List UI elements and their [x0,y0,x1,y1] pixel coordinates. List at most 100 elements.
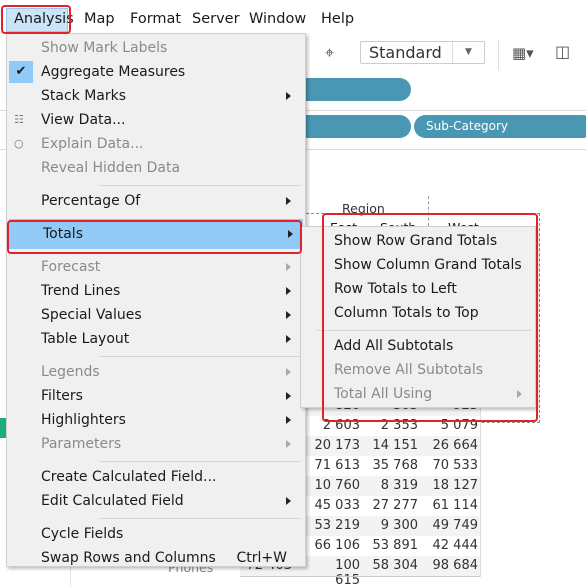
menu-separator [99,355,301,357]
menu-item-label: Add All Subtotals [334,338,454,354]
menu-separator [99,184,301,186]
menu-item-reveal-hidden-data: Reveal Hidden Data [7,156,305,180]
menu-item-cycle-fields[interactable]: Cycle Fields [7,522,305,546]
table-cell: 9 300 [380,518,418,533]
chevron-right-icon [286,392,291,400]
analysis-menu: Show Mark Labels Aggregate Measures ✔ Stack… [6,33,306,567]
chevron-right-icon [286,92,291,100]
table-cell: 18 127 [432,478,479,493]
menu-item-label: Show Row Grand Totals [334,233,498,249]
menu-item-table-layout[interactable]: Table Layout [7,327,305,351]
menu-item-label: Remove All Subtotals [334,362,484,378]
table-cell: 71 613 [314,458,361,473]
menu-item-label: Filters [41,388,83,404]
menu-item-label: Special Values [41,307,142,323]
table-cell: 49 749 [432,518,479,533]
table-cell: 35 768 [372,458,419,473]
sub-category-pill[interactable]: Sub-Category [414,115,586,138]
menu-item-label: Parameters [41,436,122,452]
columns-pill[interactable] [290,78,411,101]
menu-format[interactable]: Format [130,11,181,27]
menu-item-show-mark-labels: Show Mark Labels [7,36,305,60]
menu-separator [317,329,531,331]
chevron-down-icon: ▼ [452,42,484,63]
lightbulb-icon: ○ [14,137,24,150]
menu-item-label: Totals [43,226,83,242]
menu-item-label: Total All Using [334,386,433,402]
menu-item-add-all-subtotals[interactable]: Add All Subtotals [301,334,535,358]
chevron-right-icon [517,390,522,398]
menu-separator [99,517,301,519]
menu-item-label: Reveal Hidden Data [41,160,181,176]
table-cell: 5 079 [440,418,478,433]
chevron-right-icon [286,497,291,505]
menu-item-show-row-grand-totals[interactable]: Show Row Grand Totals [301,229,535,253]
table-cell: 61 114 [432,498,479,513]
menu-item-create-calculated-field[interactable]: Create Calculated Field... [7,465,305,489]
menu-map[interactable]: Map [84,11,115,27]
menu-item-label: Forecast [41,259,101,275]
chevron-right-icon [286,197,291,205]
chevron-right-icon [286,368,291,376]
menu-item-show-column-grand-totals[interactable]: Show Column Grand Totals [301,253,535,277]
menu-item-label: Table Layout [41,331,130,347]
shortcut: Ctrl+W [236,550,287,566]
menu-item-swap-rows-and-columns[interactable]: Swap Rows and Columns Ctrl+W [7,546,305,570]
menu-item-label: Aggregate Measures [41,64,186,80]
totals-submenu: Show Row Grand Totals Show Column Grand T… [300,226,536,408]
menu-item-label: Row Totals to Left [334,281,457,297]
fit-select-value: Standard [369,43,442,62]
menu-item-percentage-of[interactable]: Percentage Of [7,189,305,213]
menu-analysis[interactable]: Analysis [6,8,74,32]
chevron-right-icon [288,230,293,238]
table-cell: 45 033 [314,498,361,513]
menu-item-explain-data: Explain Data... ○ [7,132,305,156]
table-cell: 70 533 [432,458,479,473]
menu-item-row-totals-to-left[interactable]: Row Totals to Left [301,277,535,301]
menu-item-view-data[interactable]: View Data... ☷ [7,108,305,132]
menu-item-edit-calculated-field[interactable]: Edit Calculated Field [7,489,305,513]
menu-item-legends: Legends [7,360,305,384]
table-cell: 42 444 [432,538,479,553]
chevron-right-icon [286,263,291,271]
menu-item-column-totals-to-top[interactable]: Column Totals to Top [301,301,535,325]
menu-item-label: Edit Calculated Field [41,493,184,509]
chevron-right-icon [286,440,291,448]
menu-item-label: Trend Lines [41,283,121,299]
menu-item-stack-marks[interactable]: Stack Marks [7,84,305,108]
menu-item-special-values[interactable]: Special Values [7,303,305,327]
menu-item-totals[interactable]: Totals [9,219,303,249]
table-cell: 10 760 [314,478,361,493]
menu-item-label: Stack Marks [41,88,127,104]
table-cell: 27 277 [372,498,419,513]
rows-pill[interactable] [290,115,411,138]
menu-item-label: Show Column Grand Totals [334,257,522,273]
menu-item-label: Cycle Fields [41,526,124,542]
pill-label: Sub-Category [426,119,508,133]
chevron-right-icon [286,416,291,424]
menu-item-label: Percentage Of [41,193,141,209]
table-border [480,396,481,577]
menu-item-filters[interactable]: Filters [7,384,305,408]
menu-item-total-all-using: Total All Using [301,382,535,406]
pin-icon[interactable]: ⌖ [325,43,334,63]
show-me-icon[interactable]: ▦▾ [512,44,534,62]
table-cell: 53 891 [372,538,419,553]
menu-item-highlighters[interactable]: Highlighters [7,408,305,432]
menu-separator [99,460,301,462]
menu-item-parameters: Parameters [7,432,305,456]
table-cell: 53 219 [314,518,361,533]
menu-server[interactable]: Server [192,11,240,27]
menu-item-forecast: Forecast [7,255,305,279]
menu-analysis-label: Analysis [14,11,74,27]
fit-select[interactable]: Standard ▼ [360,41,485,64]
menu-window[interactable]: Window [249,11,306,27]
menu-item-remove-all-subtotals: Remove All Subtotals [301,358,535,382]
menu-item-trend-lines[interactable]: Trend Lines [7,279,305,303]
menu-item-aggregate-measures[interactable]: Aggregate Measures ✔ [7,60,305,84]
presentation-icon[interactable]: ◫ [555,42,570,61]
menu-item-label: Column Totals to Top [334,305,479,321]
table-border [240,576,480,577]
menu-help[interactable]: Help [321,11,354,27]
table-icon: ☷ [14,113,24,126]
